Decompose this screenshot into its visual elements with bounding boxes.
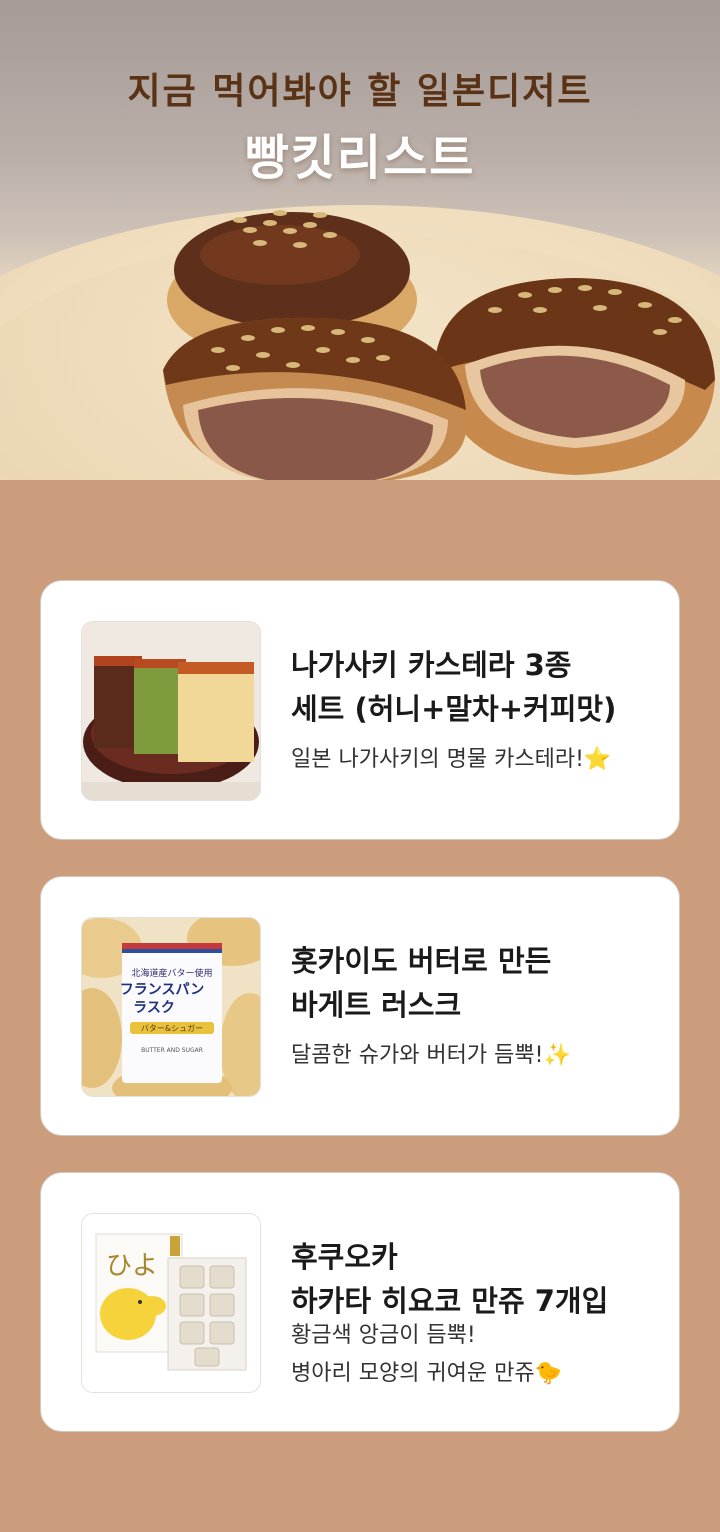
castella-photo xyxy=(81,621,261,801)
product-description: 일본 나가사키의 명물 카스테라!⭐ xyxy=(291,747,612,772)
hero-title: 지금 먹어봐야 할 일본디저트 xyxy=(127,71,593,112)
product-card-castella[interactable]: 나가사키 카스테라 3종 세트 (허니+말차+커피맛) 일본 나가사키의 명물 … xyxy=(40,580,680,840)
svg-text:フランスパン: フランスパン xyxy=(120,982,204,998)
svg-text:BUTTER AND SUGAR: BUTTER AND SUGAR xyxy=(141,1047,203,1054)
product-description: 달콤한 슈가와 버터가 듬뿍!✨ xyxy=(291,1043,571,1068)
product-title: 후쿠오카 하카타 히요코 만쥬 7개입 xyxy=(291,1240,609,1318)
hiyoko-photo: ひよ xyxy=(81,1213,261,1393)
svg-text:北海道産バター使用: 北海道産バター使用 xyxy=(131,967,212,979)
manju-front-image xyxy=(163,317,466,480)
svg-text:ひよ: ひよ xyxy=(106,1251,158,1281)
hero-subtitle: 빵킷리스트 xyxy=(244,130,476,186)
svg-text:ラスク: ラスク xyxy=(133,1000,175,1016)
svg-text:バター&シュガー: バター&シュガー xyxy=(141,1023,203,1033)
product-title: 홋카이도 버터로 만든 바게트 러스크 xyxy=(291,944,552,1022)
product-description: 황금색 앙금이 듬뿍! 병아리 모양의 귀여운 만쥬🐤 xyxy=(291,1323,563,1386)
product-card-hiyoko[interactable]: ひよ 후쿠오카 하카타 히요코 만쥬 7개입 황금색 앙금이 듬뿍! 병아리 모… xyxy=(40,1172,680,1432)
rusk-photo: 北海道産バター使用 フランスパン ラスク バター&シュガー BUTTER AND… xyxy=(81,917,261,1097)
product-title: 나가사키 카스테라 3종 세트 (허니+말차+커피맛) xyxy=(291,648,617,726)
hero-banner: 지금 먹어봐야 할 일본디저트 빵킷리스트 xyxy=(0,0,720,480)
product-card-rusk[interactable]: 北海道産バター使用 フランスパン ラスク バター&シュガー BUTTER AND… xyxy=(40,876,680,1136)
